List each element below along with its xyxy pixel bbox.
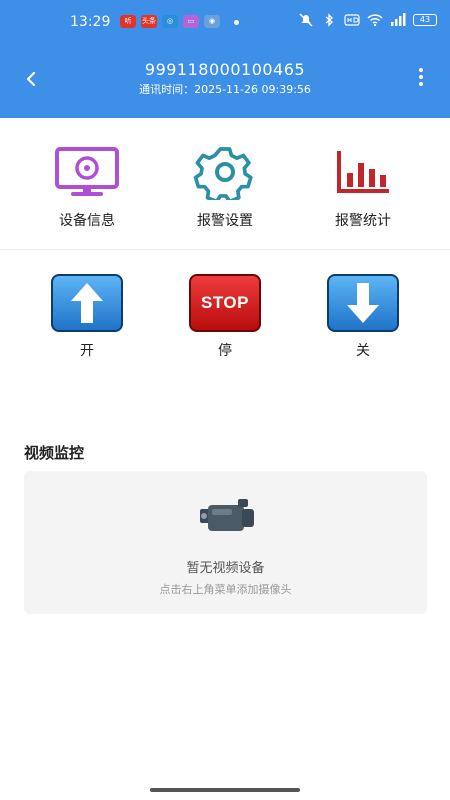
video-camera-icon [200,499,254,531]
stop-icon-text: STOP [201,293,249,312]
no-video-hint: 点击右上角菜单添加摄像头 [159,583,292,596]
browser-app-icon: ◎ [162,15,178,28]
notification-dot-icon [234,20,239,25]
cloud-app-icon: ◉ [204,15,220,28]
open-button[interactable]: 开 [32,274,142,360]
notification-icons: 听 头条 ◎ ▭ ◉ [120,15,220,28]
arrow-down-icon [347,283,379,323]
more-vertical-icon [419,68,423,72]
mute-icon [299,13,313,27]
arrow-up-icon [71,283,103,323]
device-info-label: 设备信息 [59,213,115,229]
battery-icon: 43 [413,14,437,26]
stop-button[interactable]: STOP 停 [170,274,280,360]
more-vertical-dot [419,82,423,86]
signal-icon [391,13,406,26]
toutiao-app-icon: 头条 [141,15,157,28]
no-video-title: 暂无视频设备 [186,561,265,576]
alarm-settings-button[interactable]: 报警设置 [170,140,280,230]
alarm-settings-icon-wrap [187,140,263,204]
open-icon-wrap [51,274,123,332]
stop-label: 停 [218,343,232,359]
close-label: 关 [356,343,370,359]
bluetooth-icon [325,13,334,27]
more-vertical-dot [419,75,423,79]
video-section-title: 视频监控 [24,444,85,462]
section-divider [0,249,450,250]
device-id-title: 999118000100465 [144,60,306,79]
alarm-stats-button[interactable]: 报警统计 [308,140,418,230]
device-info-icon-wrap [49,140,125,204]
system-icons: 43 [298,13,437,27]
bar-chart-icon [337,151,389,193]
hd-icon [344,14,360,26]
alarm-stats-icon-wrap [325,140,401,204]
stop-icon: STOP [189,274,261,332]
status-bar: 13:29 听 头条 ◎ ▭ ◉ 43 [0,0,450,44]
open-label: 开 [80,343,94,359]
listen-app-icon: 听 [120,15,136,28]
close-icon-wrap [327,274,399,332]
status-time: 13:29 [70,14,111,30]
app-header: 13:29 听 头条 ◎ ▭ ◉ 43 999118000100465 通讯时间… [0,0,450,118]
video-empty-card: 暂无视频设备 点击右上角菜单添加摄像头 [24,471,427,614]
more-menu-button[interactable] [414,66,428,88]
gear-icon [193,147,253,200]
device-info-button[interactable]: 设备信息 [32,140,142,230]
home-indicator[interactable] [150,788,300,792]
alarm-settings-label: 报警设置 [197,213,253,229]
control-row: 开 STOP 停 关 [0,270,450,370]
media-app-icon: ▭ [183,15,199,28]
wifi-icon [367,14,383,27]
monitor-icon [55,147,119,196]
alarm-stats-label: 报警统计 [335,213,391,229]
close-button[interactable]: 关 [308,274,418,360]
function-row: 设备信息 报警设置 报警统计 [0,140,450,240]
communication-time: 通讯时间：2025-11-26 09:39:56 [139,83,311,96]
